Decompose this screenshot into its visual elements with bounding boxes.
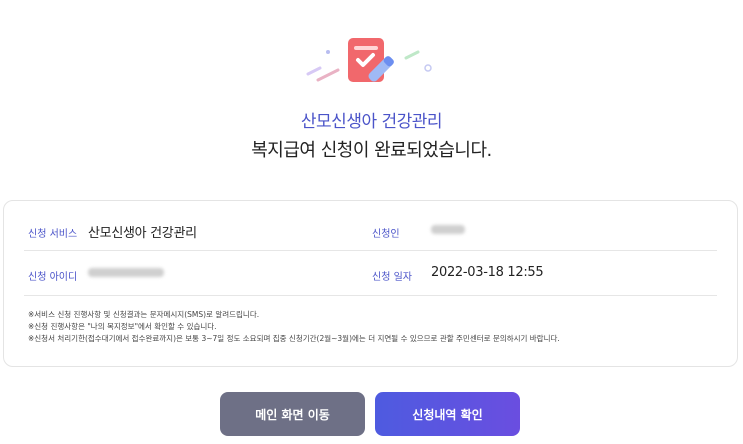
completion-message: 복지급여 신청이 완료되었습니다. bbox=[251, 140, 492, 161]
service-label: 신청 서비스 bbox=[28, 229, 78, 240]
applicant-value-redacted bbox=[431, 225, 465, 234]
check-application-button[interactable]: 신청내역 확인 bbox=[375, 392, 520, 436]
divider bbox=[24, 295, 717, 296]
notice-list: ※서비스 신청 진행사항 및 신청결과는 문자메시지(SMS)로 알려드립니다.… bbox=[28, 309, 560, 345]
id-value-redacted bbox=[88, 268, 164, 277]
service-value: 산모신생아 건강관리 bbox=[88, 226, 197, 241]
application-details-card: 신청 서비스 산모신생아 건강관리 신청인 신청 아이디 신청 일자 2022-… bbox=[3, 200, 738, 367]
notice-item: ※서비스 신청 진행사항 및 신청결과는 문자메시지(SMS)로 알려드립니다. bbox=[28, 310, 260, 319]
id-label: 신청 아이디 bbox=[28, 272, 78, 283]
date-value: 2022-03-18 12:55 bbox=[431, 265, 544, 280]
applicant-label: 신청인 bbox=[372, 229, 400, 240]
notice-item: ※신청서 처리기한(접수대기에서 접수완료까지)은 보통 3~7일 정도 소요되… bbox=[28, 334, 560, 343]
notice-item: ※신청 진행사항은 "나의 복지정보"에서 확인할 수 있습니다. bbox=[28, 322, 217, 331]
go-main-button[interactable]: 메인 화면 이동 bbox=[220, 392, 365, 436]
service-title: 산모신생아 건강관리 bbox=[300, 112, 443, 132]
application-complete-illustration bbox=[300, 30, 440, 90]
date-label: 신청 일자 bbox=[372, 272, 412, 283]
divider bbox=[24, 250, 717, 251]
